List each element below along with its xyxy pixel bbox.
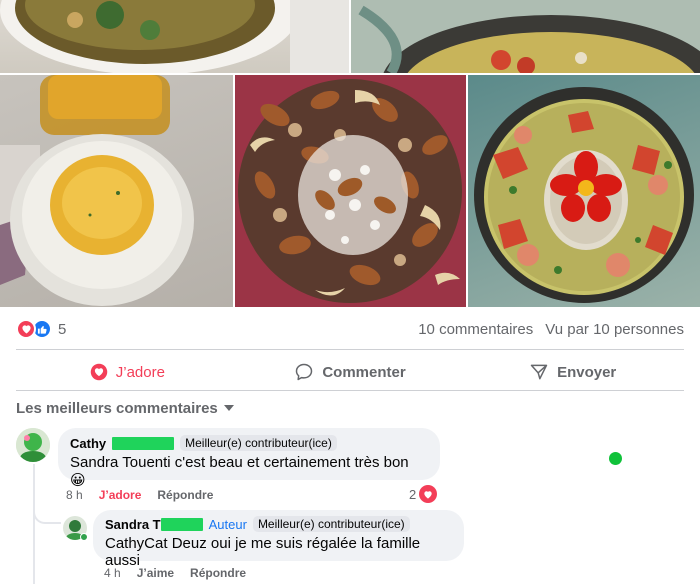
love-button-label: J’adore bbox=[115, 363, 165, 381]
comment-text: Sandra Touenti c'est beau et certainemen… bbox=[70, 454, 428, 489]
post-stats-bar: 5 10 commentaires Vu par 10 personnes bbox=[16, 316, 684, 342]
love-button[interactable]: J’adore bbox=[16, 354, 239, 390]
reply-bubble: Sandra T Auteur Meilleur(e) contributeur… bbox=[93, 510, 464, 569]
reply-timestamp[interactable]: 4 h bbox=[104, 566, 121, 580]
reply-author[interactable]: Sandra T bbox=[105, 517, 161, 532]
views-count[interactable]: Vu par 10 personnes bbox=[545, 321, 684, 338]
comment-button[interactable]: Commenter bbox=[239, 354, 462, 390]
mention-link[interactable]: CathyCat Deuz bbox=[105, 535, 207, 552]
comment-reaction-count: 2 bbox=[409, 486, 417, 502]
post-photo-3[interactable] bbox=[0, 75, 233, 307]
comment-author[interactable]: Cathy bbox=[70, 436, 106, 451]
post-photo-1[interactable] bbox=[0, 0, 349, 73]
comment-bubble-icon bbox=[296, 363, 313, 381]
post-photo-4[interactable] bbox=[235, 75, 466, 307]
post-actions-bar: J’adore Commenter Envoyer bbox=[16, 354, 684, 390]
avatar[interactable] bbox=[16, 428, 50, 462]
green-dot-marker bbox=[609, 452, 622, 465]
comments-sort-label: Les meilleurs commentaires bbox=[16, 399, 218, 417]
send-icon bbox=[530, 364, 548, 380]
divider bbox=[16, 349, 684, 350]
reply-meta: 4 h J’aime Répondre bbox=[104, 566, 246, 580]
post-photo-5[interactable] bbox=[468, 75, 700, 307]
comment-reply-link[interactable]: Répondre bbox=[157, 488, 213, 502]
send-button[interactable]: Envoyer bbox=[461, 354, 684, 390]
reaction-icons[interactable] bbox=[16, 319, 54, 339]
redaction-bar bbox=[160, 517, 203, 531]
comments-count-link[interactable]: 10 commentaires bbox=[418, 321, 533, 338]
redaction-bar bbox=[112, 436, 175, 450]
comment-meta: 8 h J’adore Répondre bbox=[66, 488, 213, 502]
send-button-label: Envoyer bbox=[557, 363, 617, 381]
comment-bubble: Cathy Meilleur(e) contributeur(ice) Sand… bbox=[58, 428, 440, 489]
thread-line bbox=[33, 464, 35, 584]
reply-text: CathyCat Deuz oui je me suis régalée la … bbox=[105, 535, 452, 569]
comment-love-link[interactable]: J’adore bbox=[99, 488, 142, 502]
online-status-indicator bbox=[80, 533, 88, 541]
mention-link[interactable]: Sandra Touenti bbox=[70, 454, 171, 471]
caret-down-icon bbox=[223, 405, 234, 411]
comment-button-label: Commenter bbox=[322, 363, 406, 381]
reaction-count[interactable]: 5 bbox=[58, 321, 66, 338]
thread-connector bbox=[33, 502, 61, 524]
author-tag: Auteur bbox=[208, 516, 247, 532]
reply-like-link[interactable]: J’aime bbox=[137, 566, 174, 580]
comments-sort-dropdown[interactable]: Les meilleurs commentaires bbox=[16, 398, 234, 418]
reply-reply-link[interactable]: Répondre bbox=[190, 566, 246, 580]
heart-reaction-icon bbox=[419, 485, 438, 503]
divider bbox=[16, 390, 684, 391]
heart-icon bbox=[90, 363, 107, 381]
top-contributor-badge[interactable]: Meilleur(e) contributeur(ice) bbox=[252, 516, 410, 532]
heart-reaction-icon bbox=[16, 319, 36, 339]
comment-timestamp[interactable]: 8 h bbox=[66, 488, 83, 502]
post-photo-2[interactable] bbox=[351, 0, 700, 73]
top-contributor-badge[interactable]: Meilleur(e) contributeur(ice) bbox=[180, 435, 337, 451]
comment-reaction-summary[interactable]: 2 bbox=[409, 485, 438, 503]
